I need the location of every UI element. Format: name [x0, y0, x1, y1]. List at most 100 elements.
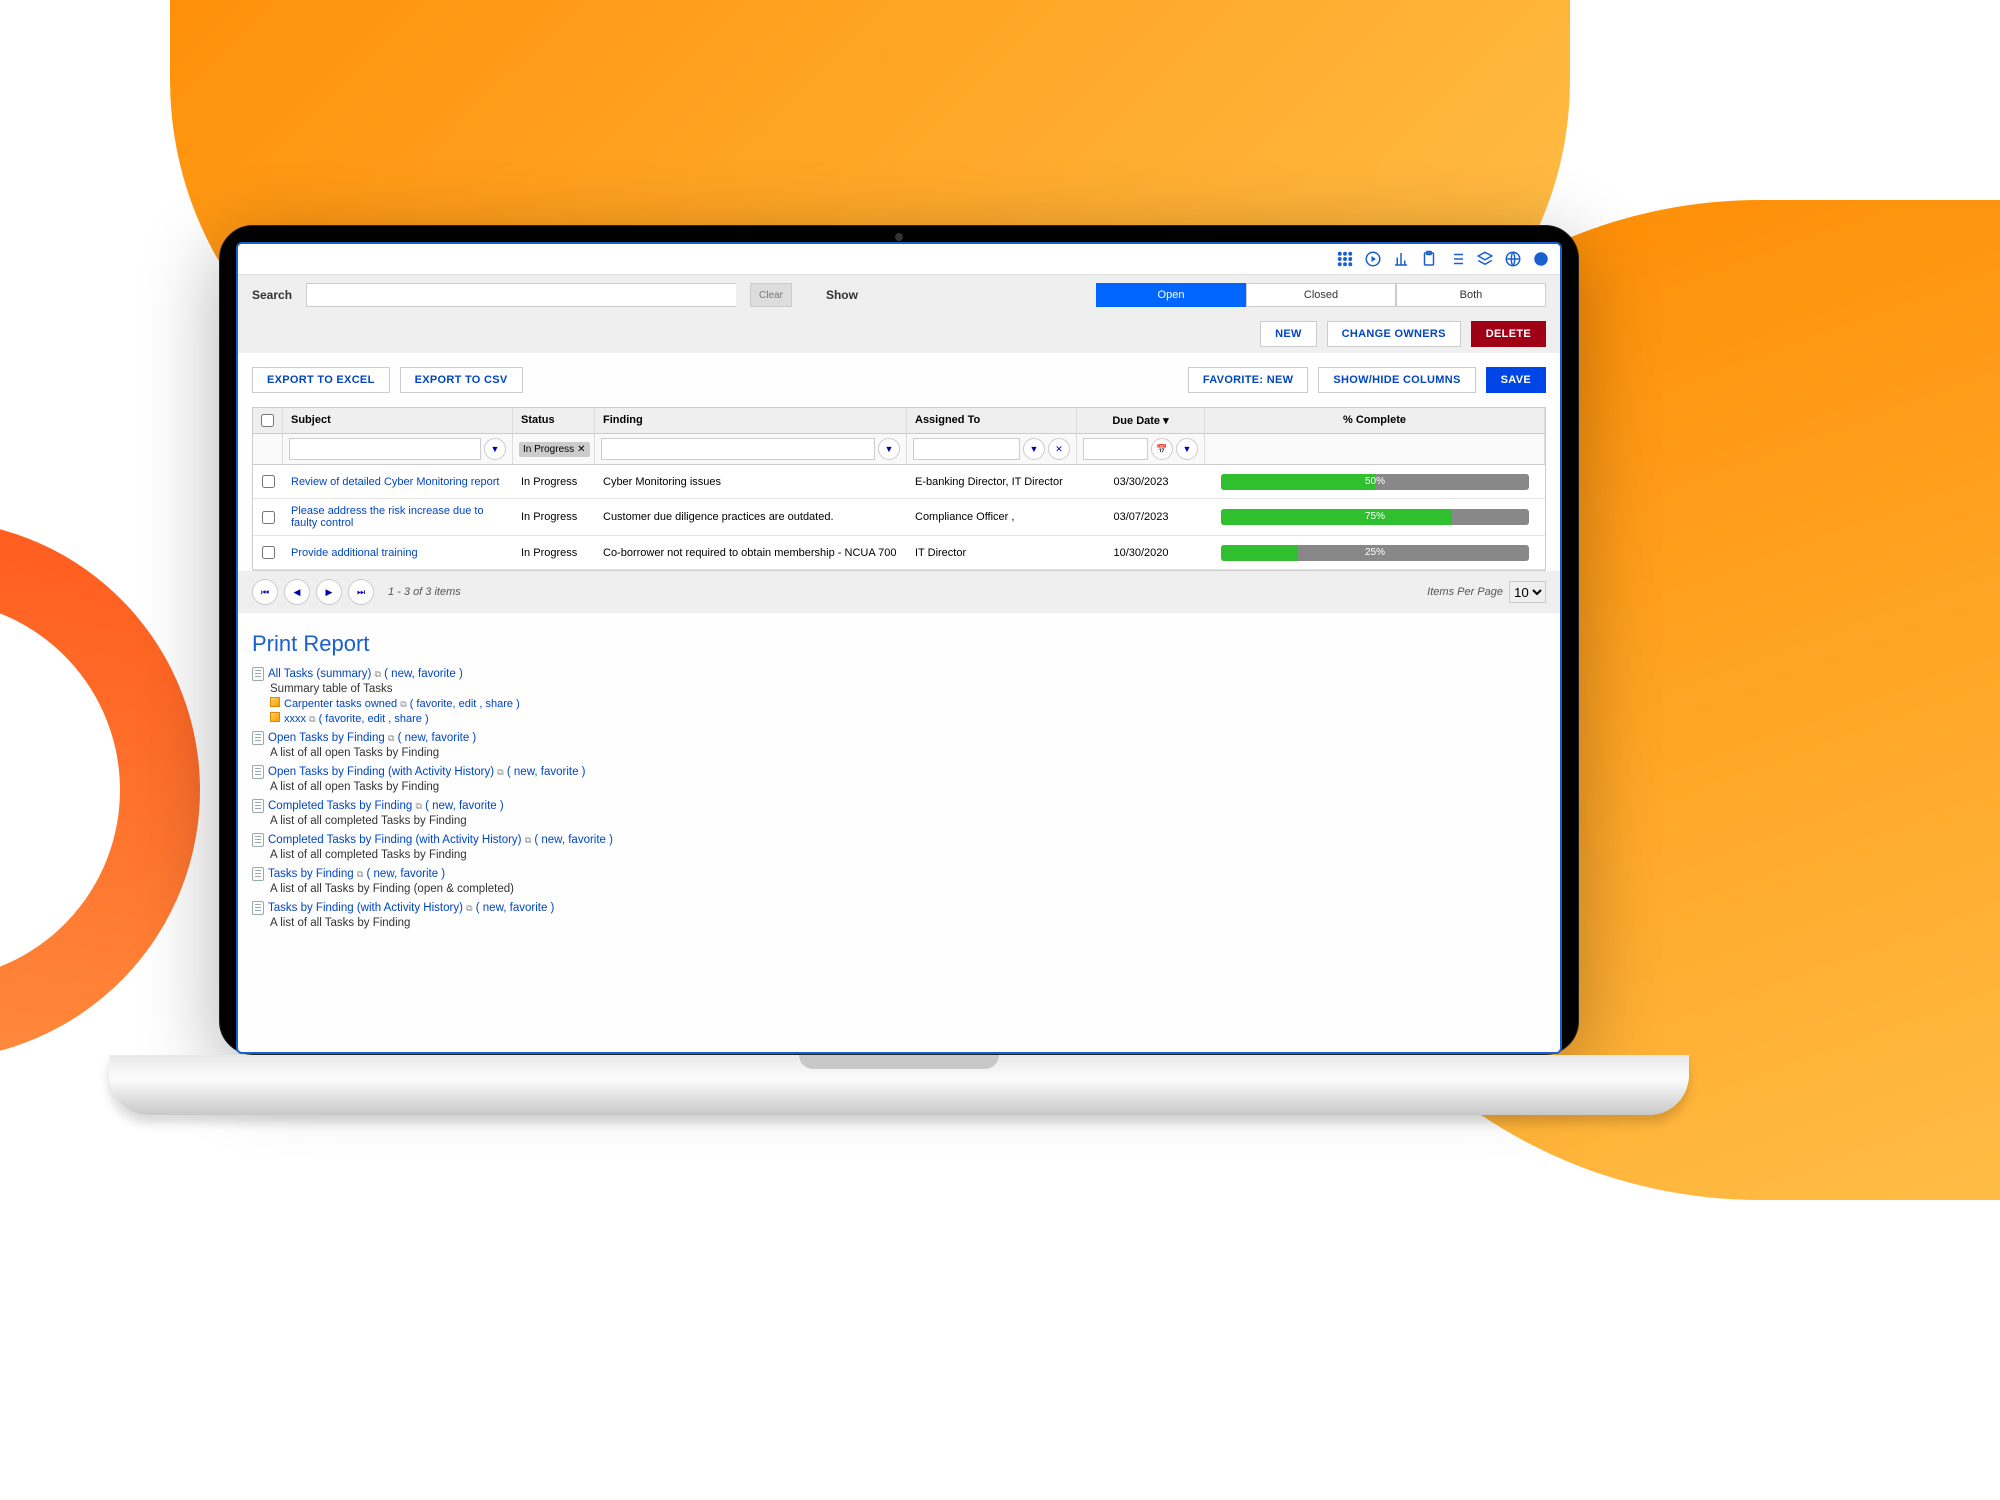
due-cell: 10/30/2020 — [1077, 541, 1205, 565]
calendar-icon[interactable]: 📅 — [1151, 438, 1173, 460]
row-checkbox[interactable] — [262, 546, 275, 559]
show-both[interactable]: Both — [1396, 283, 1546, 307]
report-meta[interactable]: ( new, favorite ) — [534, 834, 613, 846]
pct-cell: 25% — [1205, 539, 1545, 567]
play-circle-icon[interactable] — [1364, 250, 1382, 268]
change-owners-button[interactable]: CHANGE OWNERS — [1327, 321, 1461, 347]
document-icon — [252, 765, 264, 779]
report-item: Tasks by Finding (with Activity History)… — [252, 901, 1546, 929]
pager-last-icon[interactable]: ⏭ — [348, 579, 374, 605]
filter-icon[interactable]: ▼ — [1176, 438, 1198, 460]
clear-button[interactable]: Clear — [750, 283, 792, 307]
search-input[interactable] — [306, 283, 736, 307]
external-icon: ⧉ — [357, 869, 363, 879]
finding-cell: Cyber Monitoring issues — [595, 470, 907, 494]
clear-filter-icon[interactable]: ✕ — [577, 444, 585, 455]
clipboard-icon[interactable] — [1420, 250, 1438, 268]
clear-icon[interactable]: ✕ — [1048, 438, 1070, 460]
report-meta[interactable]: ( favorite, edit , share ) — [410, 698, 520, 710]
report-link[interactable]: Carpenter tasks owned — [284, 698, 397, 710]
report-link[interactable]: Completed Tasks by Finding (with Activit… — [268, 834, 522, 846]
report-link[interactable]: xxxx — [284, 713, 306, 725]
layers-icon[interactable] — [1476, 250, 1494, 268]
export-excel-button[interactable]: EXPORT TO EXCEL — [252, 367, 390, 393]
pager-prev-icon[interactable]: ◀ — [284, 579, 310, 605]
search-label: Search — [252, 288, 292, 302]
list-icon[interactable] — [1448, 250, 1466, 268]
col-assigned[interactable]: Assigned To — [907, 408, 1077, 433]
print-report-section: Print Report All Tasks (summary) ⧉ ( new… — [238, 613, 1560, 953]
search-bar: Search Clear Show Open Closed Both — [238, 275, 1560, 315]
status-cell: In Progress — [513, 541, 595, 565]
row-checkbox[interactable] — [262, 511, 275, 524]
col-pct[interactable]: % Complete — [1205, 408, 1545, 433]
report-item: Open Tasks by Finding (with Activity His… — [252, 765, 1546, 793]
external-icon: ⧉ — [309, 714, 315, 724]
col-finding[interactable]: Finding — [595, 408, 907, 433]
report-link[interactable]: Completed Tasks by Finding — [268, 800, 412, 812]
external-icon: ⧉ — [525, 835, 531, 845]
subreport-icon — [270, 712, 280, 722]
progress-bar: 25% — [1221, 545, 1529, 561]
report-meta[interactable]: ( new, favorite ) — [476, 902, 555, 914]
action-row: NEW CHANGE OWNERS DELETE — [238, 315, 1560, 353]
new-button[interactable]: NEW — [1260, 321, 1317, 347]
report-meta[interactable]: ( new, favorite ) — [507, 766, 586, 778]
filter-finding[interactable] — [601, 438, 875, 460]
report-meta[interactable]: ( new, favorite ) — [425, 800, 504, 812]
report-link[interactable]: Open Tasks by Finding — [268, 732, 385, 744]
showhide-columns-dropdown[interactable]: SHOW/HIDE COLUMNS — [1318, 367, 1475, 393]
col-due[interactable]: Due Date ▾ — [1077, 408, 1205, 433]
col-subject[interactable]: Subject — [283, 408, 513, 433]
table-row: Provide additional trainingIn ProgressCo… — [253, 536, 1545, 570]
select-all-checkbox[interactable] — [261, 414, 274, 427]
favorite-dropdown[interactable]: FAVORITE: NEW — [1188, 367, 1308, 393]
chart-icon[interactable] — [1392, 250, 1410, 268]
progress-bar: 75% — [1221, 509, 1529, 525]
report-link[interactable]: Tasks by Finding — [268, 868, 354, 880]
export-csv-button[interactable]: EXPORT TO CSV — [400, 367, 523, 393]
report-desc: A list of all completed Tasks by Finding — [270, 815, 1546, 827]
pager-summary: 1 - 3 of 3 items — [388, 586, 461, 598]
pager-next-icon[interactable]: ▶ — [316, 579, 342, 605]
delete-button[interactable]: DELETE — [1471, 321, 1546, 347]
row-checkbox[interactable] — [262, 475, 275, 488]
show-label: Show — [826, 288, 858, 302]
col-status[interactable]: Status — [513, 408, 595, 433]
filter-icon[interactable]: ▼ — [878, 438, 900, 460]
subject-link[interactable]: Provide additional training — [291, 547, 418, 559]
pager-first-icon[interactable]: ⏮ — [252, 579, 278, 605]
pager: ⏮ ◀ ▶ ⏭ 1 - 3 of 3 items Items Per Page … — [238, 571, 1560, 613]
report-desc: A list of all completed Tasks by Finding — [270, 849, 1546, 861]
report-meta[interactable]: ( new, favorite ) — [367, 868, 446, 880]
report-meta[interactable]: ( favorite, edit , share ) — [319, 713, 429, 725]
show-closed[interactable]: Closed — [1246, 283, 1396, 307]
table-row: Please address the risk increase due to … — [253, 499, 1545, 536]
bg-decoration — [0, 477, 243, 1103]
report-link[interactable]: Tasks by Finding (with Activity History) — [268, 902, 463, 914]
report-link[interactable]: All Tasks (summary) — [268, 668, 371, 680]
status-filter-chip[interactable]: In Progress ✕ — [519, 442, 590, 457]
show-open[interactable]: Open — [1096, 283, 1246, 307]
report-link[interactable]: Open Tasks by Finding (with Activity His… — [268, 766, 494, 778]
filter-assigned[interactable] — [913, 438, 1020, 460]
ipp-select[interactable]: 10 — [1509, 581, 1546, 603]
external-icon: ⧉ — [400, 699, 406, 709]
report-item: Open Tasks by Finding ⧉ ( new, favorite … — [252, 731, 1546, 759]
subject-link[interactable]: Please address the risk increase due to … — [291, 505, 484, 529]
grid-header: Subject Status Finding Assigned To Due D… — [253, 408, 1545, 434]
more-icon[interactable] — [1532, 250, 1550, 268]
show-segmented: Open Closed Both — [1096, 283, 1546, 307]
report-meta[interactable]: ( new, favorite ) — [398, 732, 477, 744]
report-item: All Tasks (summary) ⧉ ( new, favorite )S… — [252, 667, 1546, 725]
subject-link[interactable]: Review of detailed Cyber Monitoring repo… — [291, 476, 500, 488]
filter-due[interactable] — [1083, 438, 1148, 460]
filter-subject[interactable] — [289, 438, 481, 460]
filter-icon[interactable]: ▼ — [1023, 438, 1045, 460]
filter-icon[interactable]: ▼ — [484, 438, 506, 460]
globe-icon[interactable] — [1504, 250, 1522, 268]
document-icon — [252, 867, 264, 881]
save-button[interactable]: SAVE — [1486, 367, 1546, 393]
apps-grid-icon[interactable] — [1336, 250, 1354, 268]
report-meta[interactable]: ( new, favorite ) — [384, 668, 463, 680]
